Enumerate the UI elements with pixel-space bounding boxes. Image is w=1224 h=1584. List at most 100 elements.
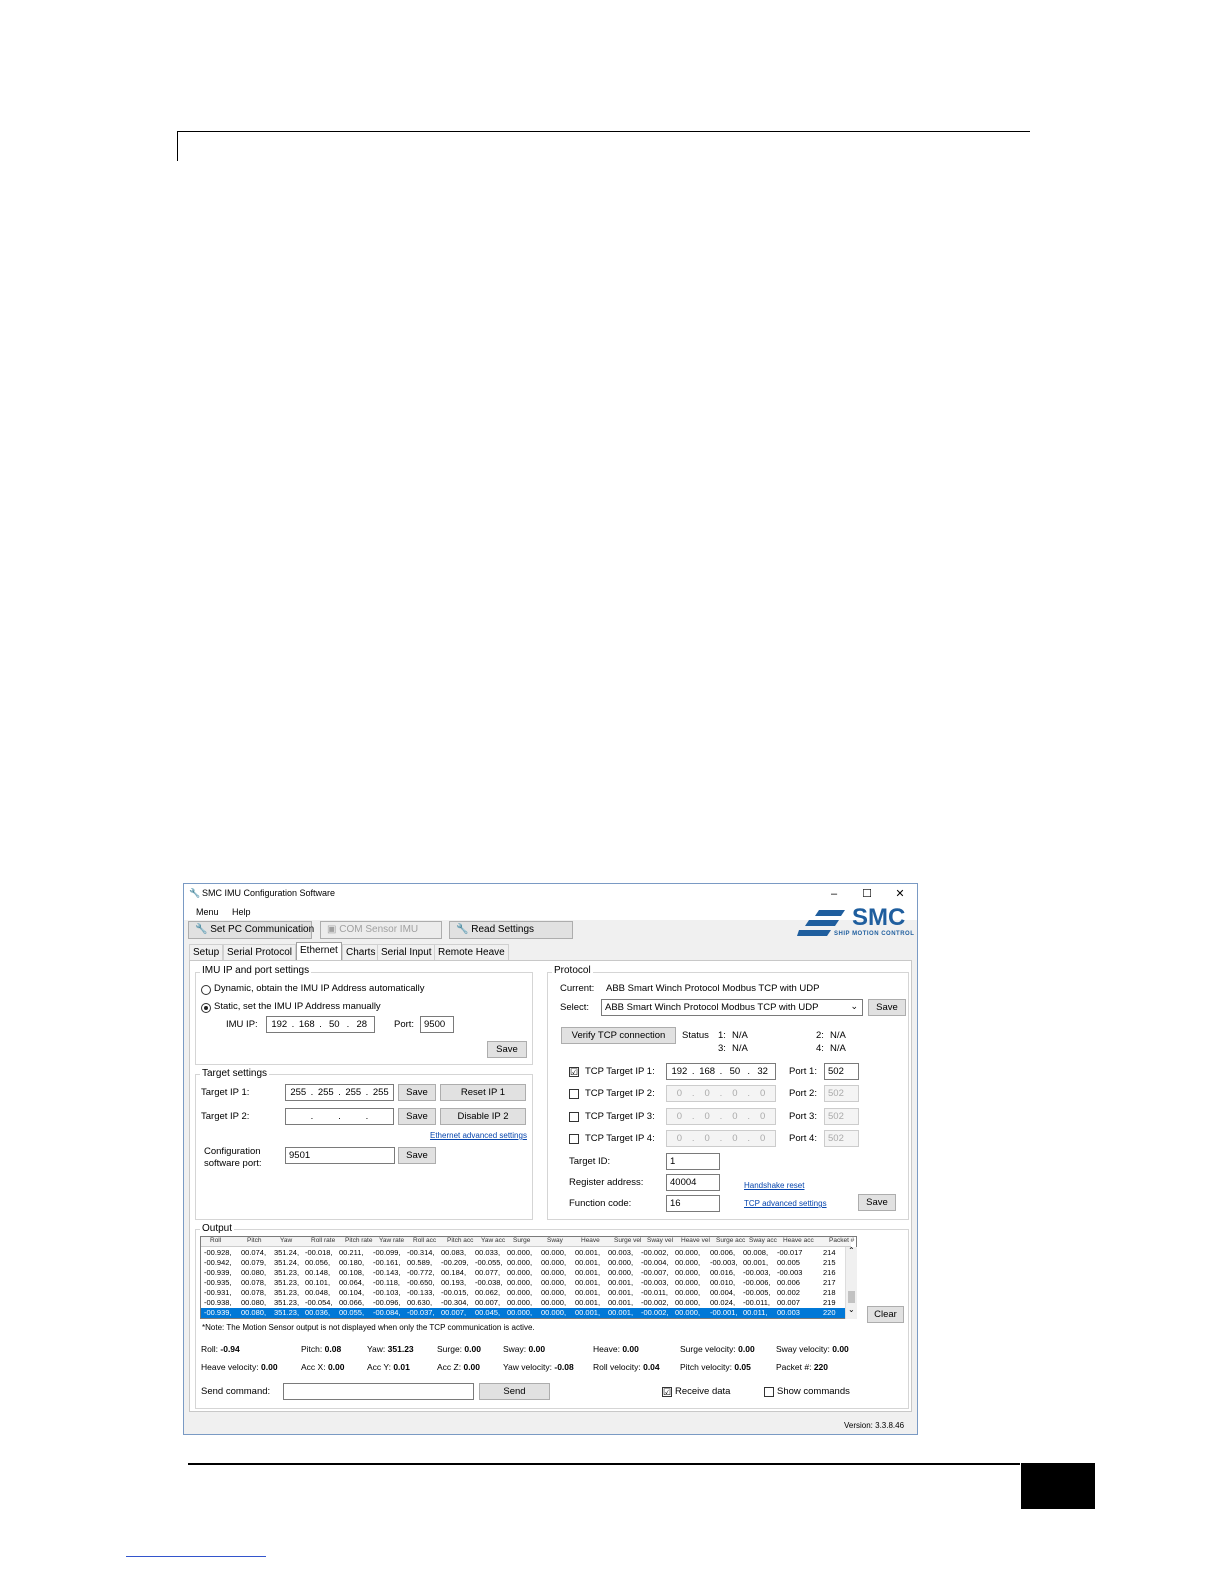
output-group-title: Output (200, 1223, 235, 1234)
com-sensor-imu-button[interactable]: ▣ COM Sensor IMU (320, 921, 442, 939)
send-button[interactable]: Send (479, 1383, 550, 1400)
receive-data-label: Receive data (675, 1386, 731, 1397)
tcp-save-button[interactable]: Save (858, 1194, 896, 1211)
output-cell: 00.001, (575, 1278, 601, 1287)
config-port-input[interactable]: 9501 (285, 1147, 395, 1164)
readout-label: Roll velocity: (593, 1362, 641, 1372)
target-ip1-save-button[interactable]: Save (398, 1084, 436, 1101)
config-port-save-button[interactable]: Save (398, 1147, 436, 1164)
protocol-save-button[interactable]: Save (868, 999, 906, 1016)
tab-setup[interactable]: Setup (189, 944, 224, 960)
output-scrollbar[interactable]: ⌃ ⌄ (845, 1246, 857, 1319)
protocol-select-label: Select: (560, 1002, 590, 1013)
output-cell: 00.000, (675, 1278, 701, 1287)
output-column-header: Sway (547, 1237, 563, 1244)
imu-ip-save-button[interactable]: Save (487, 1041, 527, 1058)
reset-ip1-button[interactable]: Reset IP 1 (440, 1084, 526, 1101)
clear-button[interactable]: Clear (867, 1306, 904, 1323)
output-header-row: Roll Pitch Yaw Roll rate Pitch rate Yaw rate R… (201, 1237, 854, 1247)
tcp-advanced-settings-link[interactable]: TCP advanced settings (744, 1199, 827, 1208)
tab-remote-heave[interactable]: Remote Heave (434, 944, 509, 960)
tcp-port4-input[interactable]: 502 (824, 1130, 859, 1147)
output-cell: 216 (823, 1268, 836, 1277)
show-commands-checkbox[interactable] (764, 1387, 774, 1397)
static-ip-radio[interactable] (201, 1003, 211, 1013)
output-row[interactable]: -00.938, 00.080, 351.23, -00.054, 00.066, -00… (201, 1298, 851, 1308)
readout-value: 0.00 (528, 1344, 546, 1354)
tab-charts[interactable]: Charts (342, 944, 380, 960)
readout-sway: Sway: 0.00 (503, 1344, 545, 1354)
menu-item-menu[interactable]: Menu (196, 907, 219, 917)
readout-label: Heave velocity: (201, 1362, 259, 1372)
target-ip2-save-button[interactable]: Save (398, 1108, 436, 1125)
target-ip2-input[interactable]: ... (285, 1108, 394, 1125)
tcp-target1-label: TCP Target IP 1: (585, 1066, 655, 1077)
close-button[interactable]: ✕ (890, 886, 910, 902)
imu-ip-input[interactable]: 192. 168. 50. 28 (266, 1016, 375, 1033)
status-1-value: N/A (732, 1030, 748, 1041)
target-ip2-label: Target IP 2: (201, 1111, 250, 1122)
output-row[interactable]: -00.935, 00.078, 351.23, 00.101, 00.064, -00.… (201, 1278, 851, 1288)
readout-heave: Heave: 0.00 (593, 1344, 639, 1354)
readout-value: 0.04 (643, 1362, 660, 1372)
output-cell: 00.001, (608, 1308, 634, 1317)
output-list[interactable]: Roll Pitch Yaw Roll rate Pitch rate Yaw rate R… (200, 1236, 857, 1319)
dynamic-ip-radio[interactable] (201, 985, 211, 995)
tcp-target4-ip-input[interactable]: 0.0.0.0 (666, 1130, 776, 1147)
tcp-target1-ip-input[interactable]: 192. 168. 50. 32 (666, 1063, 776, 1080)
readout-value: 0.01 (393, 1362, 410, 1372)
verify-tcp-connection-button[interactable]: Verify TCP connection (561, 1027, 676, 1044)
tcp-target3-checkbox[interactable] (569, 1112, 579, 1122)
set-pc-communication-button[interactable]: 🔧 Set PC Communication (188, 921, 314, 939)
tcp-port1-input[interactable]: 502 (824, 1063, 859, 1080)
readout-value: 0.00 (738, 1344, 755, 1354)
output-row[interactable]: -00.931, 00.078, 351.23, 00.048, 00.104, -00.… (201, 1288, 851, 1298)
output-cell: -00.003, (710, 1258, 738, 1267)
output-column-header: Sway vel (647, 1237, 674, 1244)
receive-data-checkbox[interactable]: ☑ (662, 1387, 672, 1397)
readout-yawvelocity: Yaw velocity: -0.08 (503, 1362, 574, 1372)
tcp-target4-checkbox[interactable] (569, 1134, 579, 1144)
readout-label: Pitch: (301, 1344, 323, 1354)
tcp-target3-ip-input[interactable]: 0.0.0.0 (666, 1108, 776, 1125)
disable-ip2-button[interactable]: Disable IP 2 (440, 1108, 526, 1125)
output-cell: -00.942, (204, 1258, 232, 1267)
tab-ethernet[interactable]: Ethernet (296, 942, 342, 960)
output-row[interactable]: -00.928, 00.074, 351.24, -00.018, 00.211, -00… (201, 1248, 851, 1258)
ethernet-advanced-settings-link[interactable]: Ethernet advanced settings (430, 1131, 527, 1140)
menu-item-help[interactable]: Help (232, 907, 251, 917)
tcp-target2-ip-input[interactable]: 0.0.0.0 (666, 1085, 776, 1102)
output-cell: 00.000, (541, 1248, 567, 1257)
readout-accz: Acc Z: 0.00 (437, 1362, 480, 1372)
register-address-input[interactable]: 40004 (666, 1174, 720, 1191)
output-row[interactable]: -00.942, 00.079, 351.24, 00.056, 00.180, -00.… (201, 1258, 851, 1268)
tcp-port3-input[interactable]: 502 (824, 1108, 859, 1125)
send-command-input[interactable] (283, 1383, 474, 1400)
tcp-target1-checkbox[interactable]: ☑ (569, 1067, 579, 1077)
output-row[interactable]: -00.939, 00.080, 351.23, 00.148, 00.108, -00.… (201, 1268, 851, 1278)
tab-serial-input[interactable]: Serial Input (377, 944, 436, 960)
maximize-button[interactable]: ☐ (857, 886, 877, 902)
readout-yaw: Yaw: 351.23 (367, 1344, 414, 1354)
tcp-target2-checkbox[interactable] (569, 1089, 579, 1099)
tcp-port2-input[interactable]: 502 (824, 1085, 859, 1102)
tab-serial-protocol[interactable]: Serial Protocol (223, 944, 297, 960)
imu-port-input[interactable]: 9500 (420, 1016, 454, 1033)
status-4-value: N/A (830, 1043, 846, 1054)
read-settings-button[interactable]: 🔧 Read Settings (449, 921, 573, 939)
scrollbar-thumb[interactable] (848, 1291, 855, 1303)
function-code-input[interactable]: 16 (666, 1195, 720, 1212)
output-cell: 351.23, (274, 1298, 300, 1307)
tcp-port4-label: Port 4: (789, 1133, 817, 1144)
imu-ip-group-title: IMU IP and port settings (200, 965, 312, 976)
target-ip1-input[interactable]: 255. 255. 255. 255 (285, 1084, 394, 1101)
minimize-button[interactable]: – (824, 886, 844, 902)
protocol-select[interactable]: ABB Smart Winch Protocol Modbus TCP with… (601, 999, 863, 1016)
output-cell: 351.23, (274, 1268, 300, 1277)
output-cell: 00.193, (441, 1278, 467, 1287)
target-id-input[interactable]: 1 (666, 1153, 720, 1170)
output-cell: 00.001, (575, 1268, 601, 1277)
handshake-reset-link[interactable]: Handshake reset (744, 1181, 804, 1190)
output-cell: -00.006, (743, 1278, 771, 1287)
output-row[interactable]: -00.939, 00.080, 351.23, 00.036, 00.055, -00.… (201, 1308, 851, 1318)
